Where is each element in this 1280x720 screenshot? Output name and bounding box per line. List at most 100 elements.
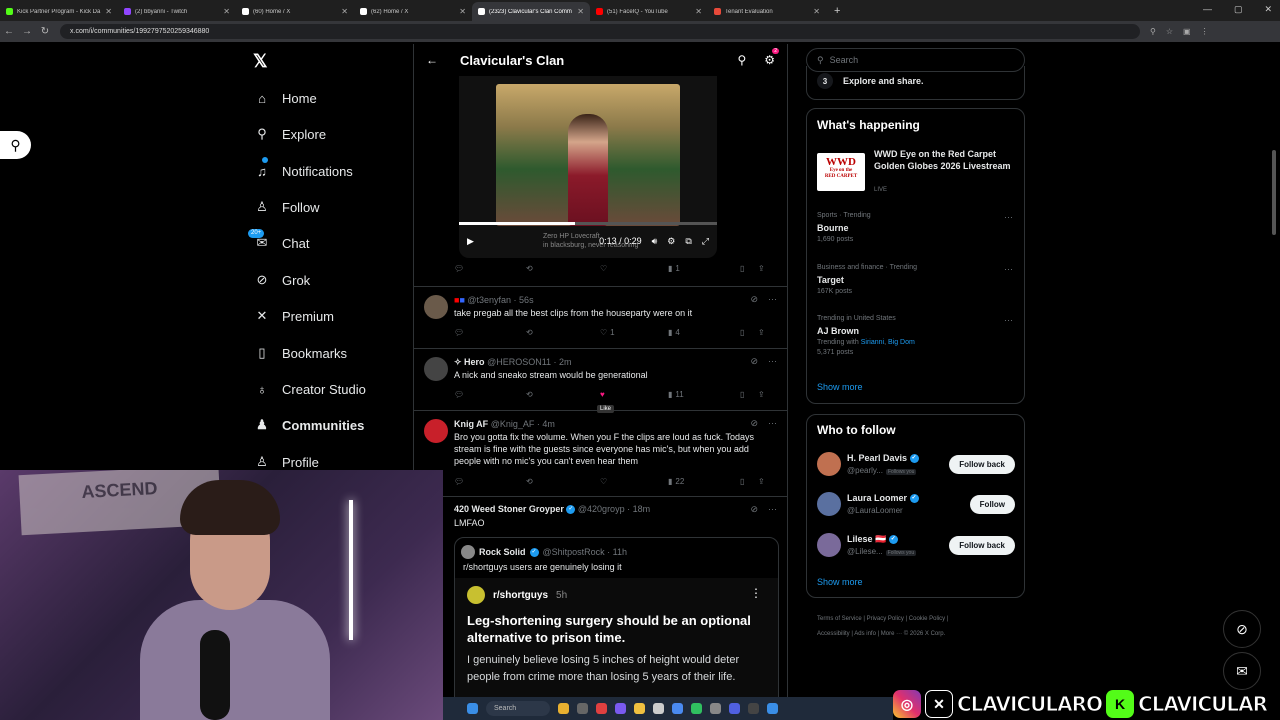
like-icon[interactable]: ♥ [600,390,668,399]
quoted-tweet[interactable]: Rock Solid ✓ @ShitpostRock · 11h r/short… [454,537,779,720]
avatar[interactable] [817,452,841,476]
settings-icon[interactable]: ⚙ [667,236,675,247]
nav-follow[interactable]: ♙ Follow [254,199,319,215]
follow-back-button[interactable]: Follow back [949,536,1015,555]
share-icon[interactable]: ⇪ [758,328,765,337]
like-icon[interactable]: ♡ 1 [600,328,668,337]
minimize-icon[interactable]: — [1203,4,1212,15]
nav-chat[interactable]: ✉ 20+ Chat [248,229,309,251]
video-player[interactable]: Zero HP Lovecraft in blacksburg, never re… [459,76,717,258]
chrome-icon[interactable] [596,703,607,714]
reply-icon[interactable]: 💬︎ [454,328,526,337]
follow-suggestion[interactable]: H. Pearl Davis ✓ @pearly... Follows you Fol… [817,452,1017,482]
browser-tab[interactable]: (62) Home / X ✕ [354,2,472,21]
taskbar-app-icon[interactable] [767,703,778,714]
fullscreen-icon[interactable]: ⤢ [702,236,709,247]
taskbar-app-icon[interactable] [653,703,664,714]
reload-icon[interactable]: ↻ [36,26,54,37]
maximize-icon[interactable]: ▢ [1234,4,1243,15]
more-icon[interactable]: ··· [1004,315,1013,325]
extension-icon[interactable]: ▣ [1183,27,1191,36]
back-arrow-icon[interactable]: ← [426,53,438,67]
close-icon[interactable]: ✕ [341,7,348,16]
spotify-icon[interactable] [691,703,702,714]
url-field[interactable]: x.com/i/communities/1992797520259346880 [60,24,1140,39]
browser-tab[interactable]: Tenant Evaluation ✕ [708,2,826,21]
gear-icon[interactable]: ⚙ 2 [764,48,779,67]
share-icon[interactable]: ⇪ [758,390,765,399]
avatar[interactable] [424,357,448,381]
pip-icon[interactable]: ⧉ [685,236,691,247]
reply-icon[interactable]: 💬︎ [454,390,526,399]
messages-float-icon[interactable]: ✉ [1223,652,1261,690]
new-tab-button[interactable]: + [826,2,848,21]
grok-icon[interactable]: ⊘ [750,356,758,367]
taskbar-search[interactable]: Search [486,701,550,716]
retweet-icon[interactable]: ⟲ [526,264,600,273]
reply-icon[interactable]: 💬︎ [454,264,526,273]
taskbar-app-icon[interactable] [615,703,626,714]
nav-grok[interactable]: ⊘ Grok [254,272,311,288]
folder-icon[interactable] [634,703,645,714]
more-icon[interactable]: ··· [1004,264,1013,274]
retweet-icon[interactable]: ⟲ [526,390,600,399]
follow-suggestion[interactable]: Laura Loomer ✓ @LauraLoomer Follow [817,492,1017,522]
views-icon[interactable]: ▮ 4 [668,328,740,337]
more-icon[interactable]: ··· [768,356,777,367]
tweet[interactable]: ✧ Hero @HEROSON11 · 2m A nick and sneako… [414,348,787,410]
nav-notifications[interactable]: ♫ Notifications [254,157,353,179]
avatar[interactable] [424,295,448,319]
close-icon[interactable]: ✕ [223,7,230,16]
nav-communities[interactable]: ♟ Communities [254,417,364,433]
nav-explore[interactable]: ⚲ Explore [254,126,326,142]
scrollbar[interactable] [1272,150,1276,235]
close-icon[interactable]: ✕ [459,7,466,16]
taskbar-app-icon[interactable] [710,703,721,714]
trend-item[interactable]: Trending in United States AJ Brown Trendin… [817,315,1017,356]
forward-icon[interactable]: → [18,26,36,37]
nav-bookmarks[interactable]: ▯ Bookmarks [254,345,347,361]
bookmark-icon[interactable]: ▯ [740,264,758,273]
follow-suggestion[interactable]: Lilese 🇦🇹 ✓ @Lilese... Follows you Follow b… [817,533,1017,563]
search-icon[interactable]: ⚲ [737,53,746,67]
volume-icon[interactable]: 🔊︎ [652,236,658,247]
more-icon[interactable]: ··· [768,294,777,305]
trend-item[interactable]: Sports · Trending Bourne 1,690 posts ··· [817,212,1017,243]
browser-tab[interactable]: Kick Partner Program - Kick Da ✕ [0,2,118,21]
star-icon[interactable]: ☆ [1166,27,1173,36]
avatar[interactable] [817,533,841,557]
tweet[interactable]: ■■ @t3enyfan · 56s take pregab all the b… [414,286,787,348]
zoom-icon[interactable]: ⚲ [1150,27,1156,36]
taskbar-app-icon[interactable] [748,703,759,714]
avatar[interactable] [424,419,448,443]
play-icon[interactable]: ▶ [467,236,474,247]
windows-start-icon[interactable] [467,703,478,714]
show-more-link[interactable]: Show more [817,577,863,587]
grok-icon[interactable]: ⊘ [750,418,758,429]
close-icon[interactable]: ✕ [695,7,702,16]
back-icon[interactable]: ← [0,26,18,37]
nav-profile[interactable]: ♙ Profile [254,454,319,470]
share-icon[interactable]: ⇪ [758,477,765,486]
grok-icon[interactable]: ⊘ [750,294,758,305]
close-icon[interactable]: ✕ [813,7,820,16]
taskbar-app-icon[interactable] [558,703,569,714]
views-icon[interactable]: ▮ 1 [668,264,740,273]
retweet-icon[interactable]: ⟲ [526,477,600,486]
bookmark-icon[interactable]: ▯ [740,328,758,337]
reply-icon[interactable]: 💬︎ [454,477,526,486]
views-icon[interactable]: ▮ 11 [668,390,740,399]
like-icon[interactable]: ♡ [600,477,668,486]
avatar[interactable] [817,492,841,516]
taskbar-app-icon[interactable] [577,703,588,714]
browser-tab-active[interactable]: (2323) Clavicular's Clan Comm ✕ [472,2,590,21]
bookmark-icon[interactable]: ▯ [740,477,758,486]
more-icon[interactable]: ··· [768,418,777,429]
trend-link[interactable]: Big Dom [888,339,915,346]
nav-creator-studio[interactable]: ♁ Creator Studio [254,381,366,397]
close-window-icon[interactable]: ✕ [1264,4,1272,15]
nav-premium[interactable]: ✕ Premium [254,308,334,324]
more-icon[interactable]: ··· [768,504,777,515]
menu-icon[interactable]: ⋮ [1201,27,1209,36]
discord-icon[interactable] [729,703,740,714]
